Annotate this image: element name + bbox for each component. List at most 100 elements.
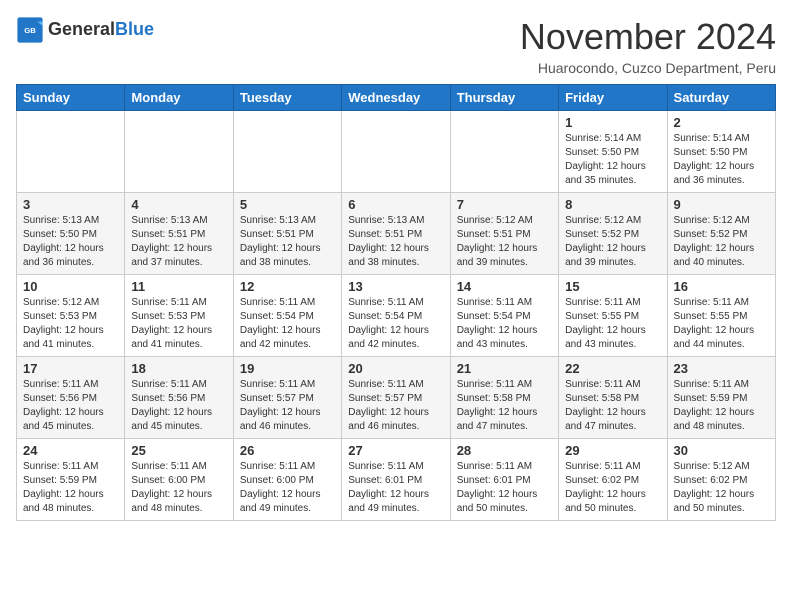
day-number: 10 — [23, 279, 118, 294]
day-info: Sunrise: 5:12 AM Sunset: 5:52 PM Dayligh… — [565, 214, 660, 270]
logo-blue: Blue — [115, 19, 154, 39]
day-info: Sunrise: 5:11 AM Sunset: 5:57 PM Dayligh… — [240, 378, 335, 434]
calendar-cell: 19 Sunrise: 5:11 AM Sunset: 5:57 PM Dayli… — [233, 357, 341, 439]
day-info: Sunrise: 5:14 AM Sunset: 5:50 PM Dayligh… — [565, 132, 660, 188]
day-number: 17 — [23, 361, 118, 376]
weekday-header-saturday: Saturday — [667, 85, 775, 111]
calendar-cell: 3Sunrise: 5:13 AM Sunset: 5:50 PM Daylig… — [17, 193, 125, 275]
day-info: Sunrise: 5:11 AM Sunset: 5:58 PM Dayligh… — [457, 378, 552, 434]
day-number: 1 — [565, 115, 660, 130]
day-number: 13 — [348, 279, 443, 294]
day-number: 21 — [457, 361, 552, 376]
day-number: 9 — [674, 197, 769, 212]
day-info: Sunrise: 5:11 AM Sunset: 5:56 PM Dayligh… — [131, 378, 226, 434]
day-info: Sunrise: 5:11 AM Sunset: 5:56 PM Dayligh… — [23, 378, 118, 434]
calendar-cell: 27Sunrise: 5:11 AM Sunset: 6:01 PM Dayli… — [342, 439, 450, 521]
day-number: 5 — [240, 197, 335, 212]
calendar-cell: 8 Sunrise: 5:12 AM Sunset: 5:52 PM Daylig… — [559, 193, 667, 275]
calendar-cell — [450, 111, 558, 193]
day-number: 24 — [23, 443, 118, 458]
day-number: 26 — [240, 443, 335, 458]
day-number: 8 — [565, 197, 660, 212]
logo-icon: GB — [16, 16, 44, 44]
calendar-cell: 20 Sunrise: 5:11 AM Sunset: 5:57 PM Dayli… — [342, 357, 450, 439]
calendar-cell — [342, 111, 450, 193]
location-subtitle: Huarocondo, Cuzco Department, Peru — [520, 60, 776, 76]
calendar-cell: 1 Sunrise: 5:14 AM Sunset: 5:50 PM Daylig… — [559, 111, 667, 193]
day-number: 19 — [240, 361, 335, 376]
calendar-table: SundayMondayTuesdayWednesdayThursdayFrid… — [16, 84, 776, 521]
day-info: Sunrise: 5:11 AM Sunset: 5:59 PM Dayligh… — [23, 460, 118, 516]
calendar-cell: 10 Sunrise: 5:12 AM Sunset: 5:53 PM Dayli… — [17, 275, 125, 357]
calendar-cell — [125, 111, 233, 193]
title-block: November 2024 Huarocondo, Cuzco Departme… — [520, 16, 776, 76]
day-info: Sunrise: 5:11 AM Sunset: 6:00 PM Dayligh… — [131, 460, 226, 516]
calendar-cell — [233, 111, 341, 193]
calendar-cell: 4 Sunrise: 5:13 AM Sunset: 5:51 PM Daylig… — [125, 193, 233, 275]
day-info: Sunrise: 5:11 AM Sunset: 5:58 PM Dayligh… — [565, 378, 660, 434]
day-info: Sunrise: 5:11 AM Sunset: 6:01 PM Dayligh… — [348, 460, 443, 516]
calendar-cell: 6Sunrise: 5:13 AM Sunset: 5:51 PM Daylig… — [342, 193, 450, 275]
day-info: Sunrise: 5:11 AM Sunset: 5:54 PM Dayligh… — [240, 296, 335, 352]
day-number: 15 — [565, 279, 660, 294]
calendar-cell: 28 Sunrise: 5:11 AM Sunset: 6:01 PM Dayli… — [450, 439, 558, 521]
day-number: 23 — [674, 361, 769, 376]
calendar-cell: 9 Sunrise: 5:12 AM Sunset: 5:52 PM Daylig… — [667, 193, 775, 275]
calendar-week-row: 10 Sunrise: 5:12 AM Sunset: 5:53 PM Dayli… — [17, 275, 776, 357]
day-number: 30 — [674, 443, 769, 458]
weekday-header-thursday: Thursday — [450, 85, 558, 111]
weekday-header-sunday: Sunday — [17, 85, 125, 111]
day-number: 25 — [131, 443, 226, 458]
day-number: 3 — [23, 197, 118, 212]
day-number: 20 — [348, 361, 443, 376]
day-info: Sunrise: 5:11 AM Sunset: 5:53 PM Dayligh… — [131, 296, 226, 352]
day-info: Sunrise: 5:13 AM Sunset: 5:51 PM Dayligh… — [131, 214, 226, 270]
calendar-cell: 18Sunrise: 5:11 AM Sunset: 5:56 PM Dayli… — [125, 357, 233, 439]
calendar-cell — [17, 111, 125, 193]
day-info: Sunrise: 5:11 AM Sunset: 5:54 PM Dayligh… — [348, 296, 443, 352]
day-info: Sunrise: 5:11 AM Sunset: 5:55 PM Dayligh… — [674, 296, 769, 352]
day-info: Sunrise: 5:11 AM Sunset: 5:57 PM Dayligh… — [348, 378, 443, 434]
weekday-header-tuesday: Tuesday — [233, 85, 341, 111]
day-info: Sunrise: 5:14 AM Sunset: 5:50 PM Dayligh… — [674, 132, 769, 188]
logo: GB GeneralBlue — [16, 16, 154, 44]
day-info: Sunrise: 5:11 AM Sunset: 5:54 PM Dayligh… — [457, 296, 552, 352]
weekday-header-wednesday: Wednesday — [342, 85, 450, 111]
calendar-cell: 13 Sunrise: 5:11 AM Sunset: 5:54 PM Dayli… — [342, 275, 450, 357]
calendar-cell: 5Sunrise: 5:13 AM Sunset: 5:51 PM Daylig… — [233, 193, 341, 275]
calendar-cell: 12Sunrise: 5:11 AM Sunset: 5:54 PM Dayli… — [233, 275, 341, 357]
day-number: 16 — [674, 279, 769, 294]
calendar-cell: 14 Sunrise: 5:11 AM Sunset: 5:54 PM Dayli… — [450, 275, 558, 357]
page-header: GB GeneralBlue November 2024 Huarocondo,… — [16, 16, 776, 76]
calendar-cell: 25 Sunrise: 5:11 AM Sunset: 6:00 PM Dayli… — [125, 439, 233, 521]
day-number: 28 — [457, 443, 552, 458]
calendar-cell: 21 Sunrise: 5:11 AM Sunset: 5:58 PM Dayli… — [450, 357, 558, 439]
day-info: Sunrise: 5:11 AM Sunset: 6:01 PM Dayligh… — [457, 460, 552, 516]
calendar-week-row: 1 Sunrise: 5:14 AM Sunset: 5:50 PM Daylig… — [17, 111, 776, 193]
calendar-cell: 16 Sunrise: 5:11 AM Sunset: 5:55 PM Dayli… — [667, 275, 775, 357]
calendar-cell: 7Sunrise: 5:12 AM Sunset: 5:51 PM Daylig… — [450, 193, 558, 275]
weekday-header-row: SundayMondayTuesdayWednesdayThursdayFrid… — [17, 85, 776, 111]
day-info: Sunrise: 5:13 AM Sunset: 5:51 PM Dayligh… — [348, 214, 443, 270]
day-number: 22 — [565, 361, 660, 376]
calendar-cell: 29Sunrise: 5:11 AM Sunset: 6:02 PM Dayli… — [559, 439, 667, 521]
day-info: Sunrise: 5:12 AM Sunset: 5:53 PM Dayligh… — [23, 296, 118, 352]
day-number: 4 — [131, 197, 226, 212]
day-number: 29 — [565, 443, 660, 458]
weekday-header-friday: Friday — [559, 85, 667, 111]
calendar-cell: 11Sunrise: 5:11 AM Sunset: 5:53 PM Dayli… — [125, 275, 233, 357]
calendar-cell: 2Sunrise: 5:14 AM Sunset: 5:50 PM Daylig… — [667, 111, 775, 193]
day-number: 14 — [457, 279, 552, 294]
calendar-cell: 15 Sunrise: 5:11 AM Sunset: 5:55 PM Dayli… — [559, 275, 667, 357]
day-info: Sunrise: 5:11 AM Sunset: 5:55 PM Dayligh… — [565, 296, 660, 352]
logo-general: General — [48, 19, 115, 39]
calendar-cell: 30 Sunrise: 5:12 AM Sunset: 6:02 PM Dayli… — [667, 439, 775, 521]
calendar-week-row: 24 Sunrise: 5:11 AM Sunset: 5:59 PM Dayli… — [17, 439, 776, 521]
day-info: Sunrise: 5:11 AM Sunset: 5:59 PM Dayligh… — [674, 378, 769, 434]
calendar-cell: 26Sunrise: 5:11 AM Sunset: 6:00 PM Dayli… — [233, 439, 341, 521]
day-info: Sunrise: 5:12 AM Sunset: 5:52 PM Dayligh… — [674, 214, 769, 270]
calendar-week-row: 3Sunrise: 5:13 AM Sunset: 5:50 PM Daylig… — [17, 193, 776, 275]
month-title: November 2024 — [520, 16, 776, 58]
day-info: Sunrise: 5:12 AM Sunset: 6:02 PM Dayligh… — [674, 460, 769, 516]
day-number: 7 — [457, 197, 552, 212]
